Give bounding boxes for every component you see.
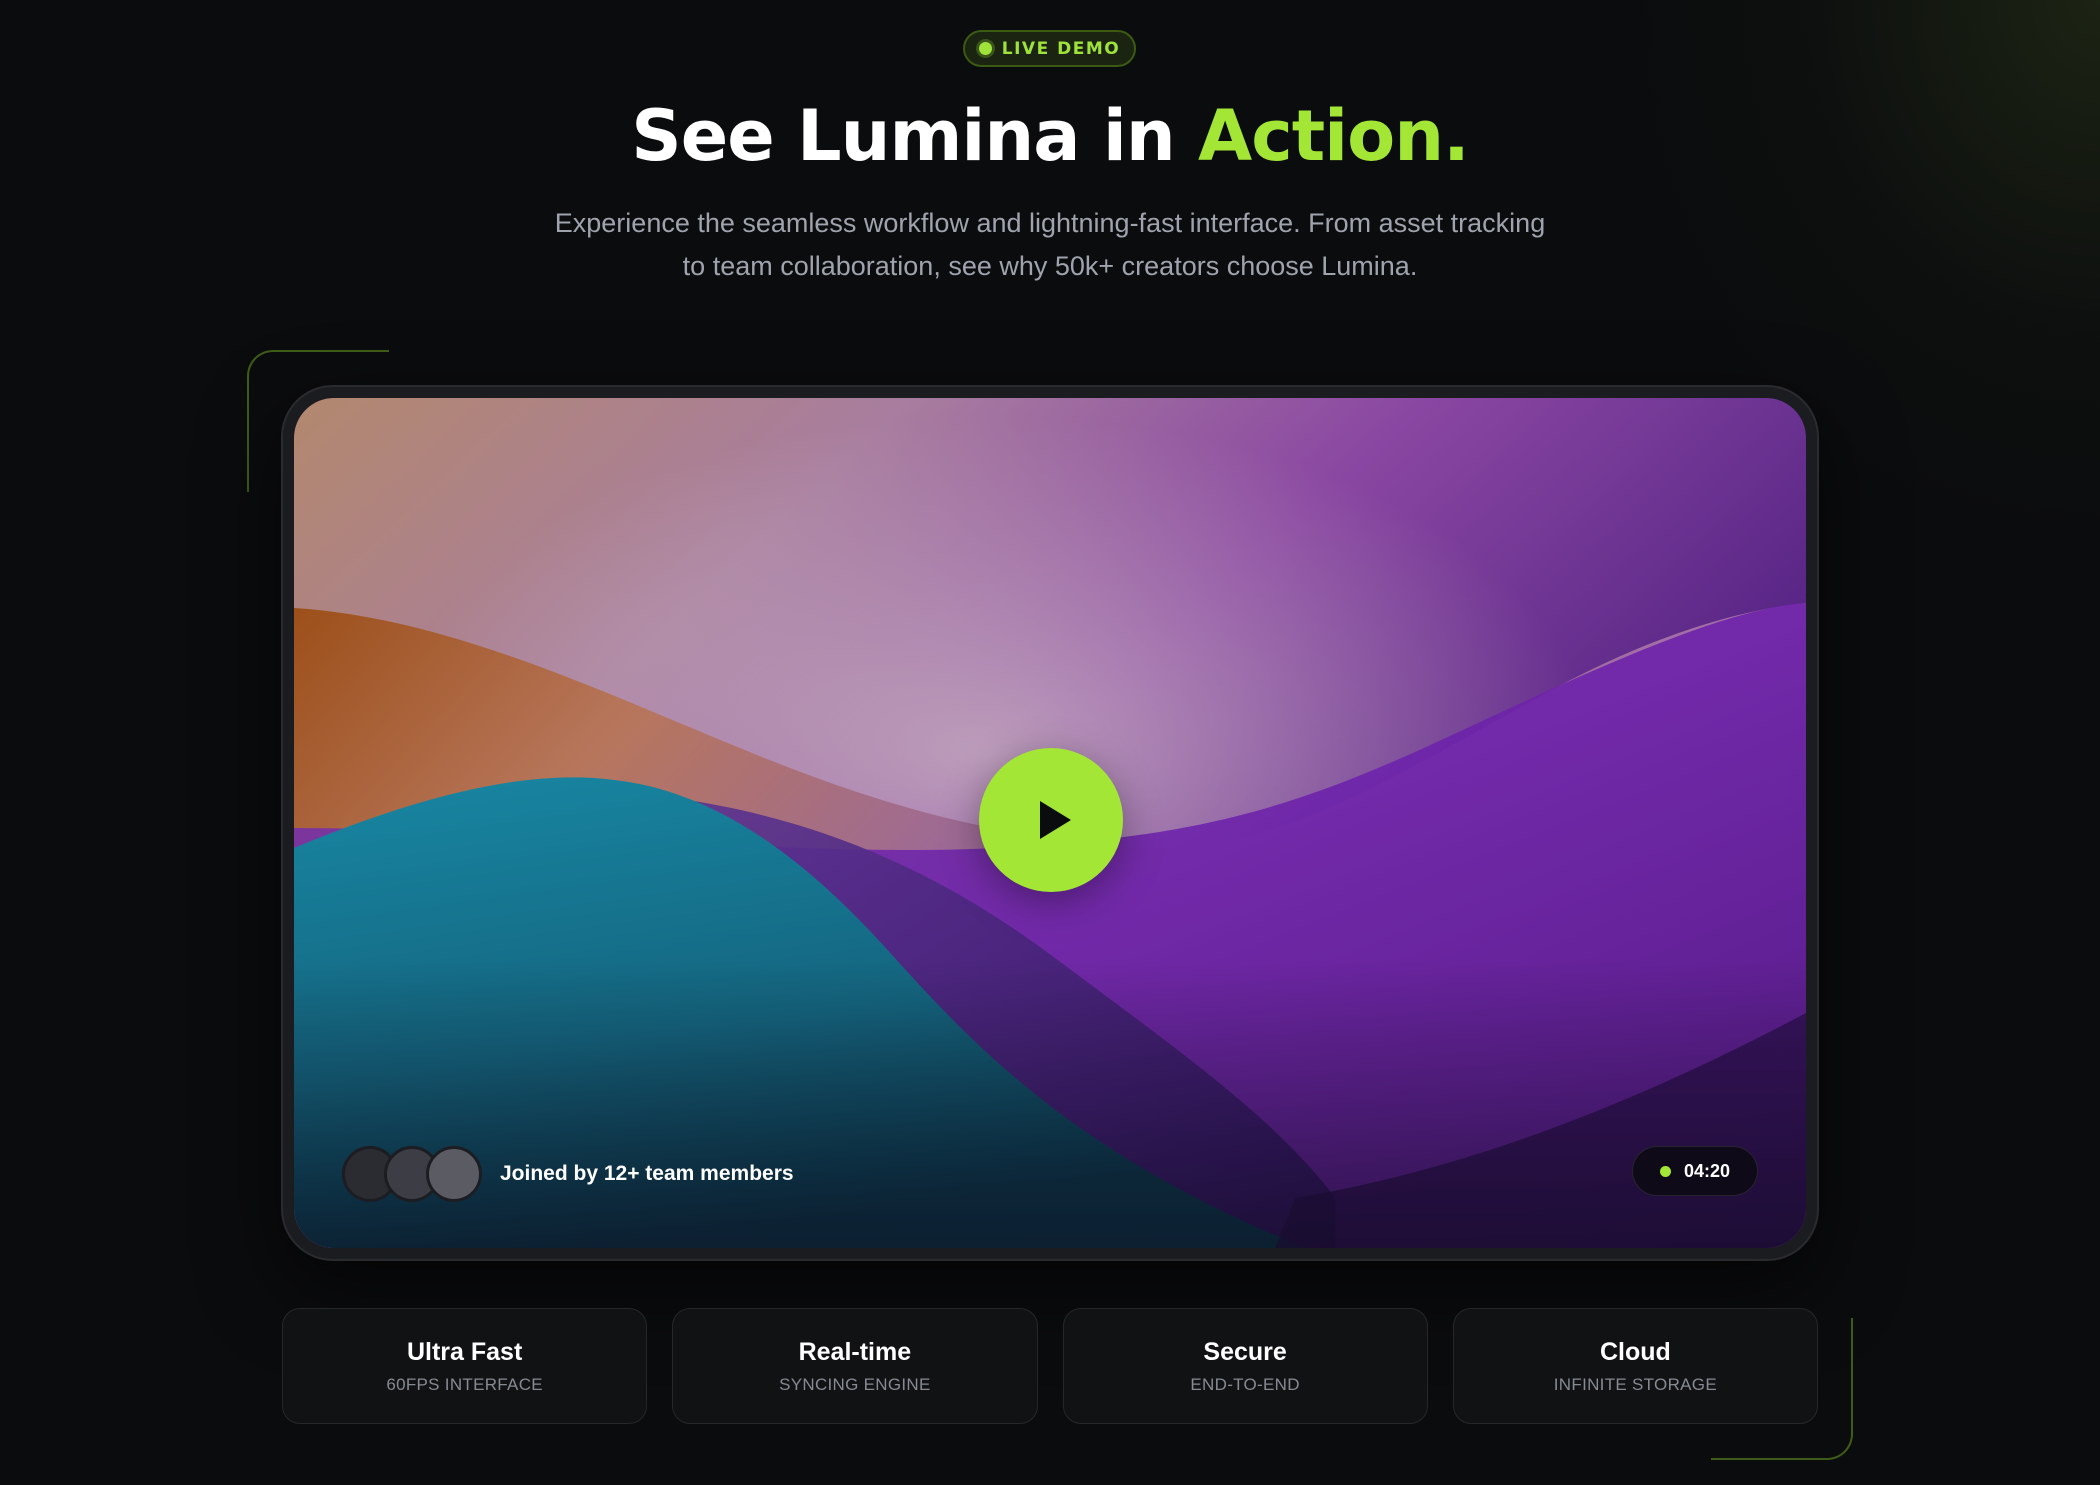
feature-subtitle: INFINITE STORAGE — [1553, 1374, 1717, 1394]
feature-subtitle: 60FPS INTERFACE — [386, 1374, 543, 1394]
feature-card-real-time: Real-time SYNCING ENGINE — [672, 1308, 1038, 1424]
title-accent: Action. — [1198, 95, 1470, 177]
feature-cards: Ultra Fast 60FPS INTERFACE Real-time SYN… — [282, 1308, 1818, 1424]
page-title: See Lumina in Action. — [0, 94, 2100, 178]
subtitle-line-2: to team collaboration, see why 50k+ crea… — [682, 251, 1418, 281]
feature-card-secure: Secure END-TO-END — [1062, 1308, 1428, 1424]
title-prefix: See Lumina in — [631, 95, 1199, 177]
live-dot-icon — [978, 42, 992, 55]
feature-subtitle: END-TO-END — [1190, 1374, 1300, 1394]
subtitle-line-1: Experience the seamless workflow and lig… — [554, 208, 1546, 238]
video-player-frame: Joined by 12+ team members 04:20 — [281, 385, 1819, 1261]
feature-title: Secure — [1203, 1337, 1287, 1366]
team-members-indicator: Joined by 12+ team members — [342, 1146, 794, 1202]
badge-label: LIVE DEMO — [1001, 38, 1121, 59]
feature-card-ultra-fast: Ultra Fast 60FPS INTERFACE — [282, 1308, 648, 1424]
feature-title: Ultra Fast — [406, 1337, 523, 1366]
feature-title: Real-time — [798, 1337, 912, 1366]
play-icon — [1039, 801, 1071, 839]
video-screen[interactable]: Joined by 12+ team members 04:20 — [294, 398, 1806, 1248]
feature-subtitle: SYNCING ENGINE — [779, 1374, 931, 1394]
page-subtitle: Experience the seamless workflow and lig… — [550, 202, 1550, 288]
live-demo-badge: LIVE DEMO — [963, 30, 1136, 67]
video-duration: 04:20 — [1683, 1160, 1731, 1181]
play-button[interactable] — [979, 748, 1123, 892]
feature-title: Cloud — [1599, 1337, 1671, 1366]
feature-card-cloud: Cloud INFINITE STORAGE — [1452, 1308, 1818, 1424]
members-label: Joined by 12+ team members — [500, 1162, 794, 1185]
avatar — [426, 1146, 482, 1202]
video-duration-badge: 04:20 — [1632, 1146, 1758, 1196]
status-dot-icon — [1659, 1165, 1671, 1177]
